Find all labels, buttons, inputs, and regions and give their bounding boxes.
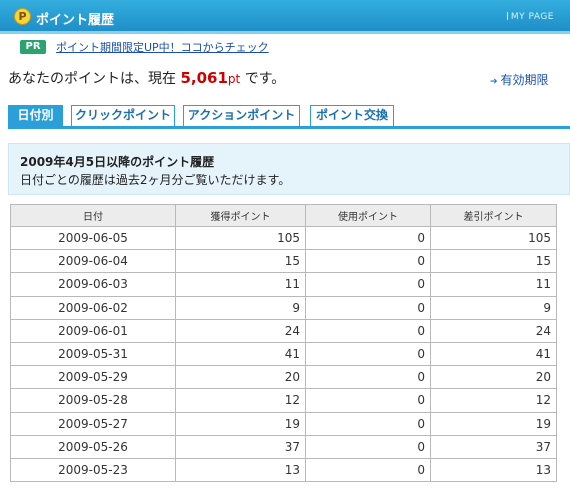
table-row: 2009-06-04 15 0 15	[10, 249, 557, 274]
page-title: ポイント履歴	[36, 13, 115, 28]
cell-used: 0	[305, 434, 431, 459]
cell-balance: 24	[430, 318, 557, 343]
col-date: 日付	[10, 204, 176, 227]
pr-campaign-link[interactable]: ポイント期間限定UP中！ココからチェック	[56, 39, 269, 55]
table-row: 2009-05-29 20 0 20	[10, 365, 557, 390]
table-row: 2009-05-28 12 0 12	[10, 388, 557, 413]
cell-balance: 13	[430, 457, 557, 483]
cell-date: 2009-06-05	[10, 225, 176, 251]
table-row: 2009-05-31 41 0 41	[10, 341, 557, 367]
points-value: 5,061	[180, 69, 228, 87]
cell-earned: 13	[175, 457, 306, 483]
info-box: 2009年4月5日以降のポイント履歴 日付ごとの履歴は過去2ヶ月分ご覧いただけま…	[8, 143, 570, 195]
points-prefix: あなたのポイントは、現在	[8, 71, 176, 87]
tab-action-points[interactable]: アクションポイント	[183, 105, 300, 126]
pr-row: PR ポイント期間限定UP中！ココからチェック	[20, 39, 269, 55]
cell-date: 2009-05-27	[10, 411, 176, 436]
mypage-link[interactable]: MY PAGE	[506, 12, 554, 22]
table-row: 2009-06-03 11 0 11	[10, 272, 557, 297]
arrow-right-icon: ➔	[490, 77, 498, 87]
cell-earned: 9	[175, 295, 306, 320]
cell-used: 0	[305, 388, 431, 413]
col-balance: 差引ポイント	[430, 204, 557, 227]
points-suffix: です。	[244, 71, 286, 87]
table-row: 2009-05-23 13 0 13	[10, 457, 557, 483]
cell-used: 0	[305, 249, 431, 274]
cell-date: 2009-05-29	[10, 365, 176, 390]
cell-used: 0	[305, 457, 431, 483]
cell-balance: 105	[430, 225, 557, 251]
tab-bar: 日付別 クリックポイント アクションポイント ポイント交換	[8, 105, 570, 129]
table-row: 2009-06-01 24 0 24	[10, 318, 557, 343]
table-header-row: 日付 獲得ポイント 使用ポイント 差引ポイント	[10, 204, 557, 227]
mypage-label: MY PAGE	[510, 12, 554, 22]
points-unit: pt	[227, 72, 241, 86]
info-heading: 2009年4月5日以降のポイント履歴	[20, 155, 215, 169]
info-subtext: 日付ごとの履歴は過去2ヶ月分ご覧いただけます。	[20, 173, 291, 187]
table-body: 2009-06-05 105 0 105 2009-06-04 15 0 15 2009-06-…	[10, 225, 557, 483]
cell-earned: 19	[175, 411, 306, 436]
table-row: 2009-06-02 9 0 9	[10, 295, 557, 320]
cell-earned: 11	[175, 272, 306, 297]
cell-earned: 24	[175, 318, 306, 343]
cell-earned: 12	[175, 388, 306, 413]
tab-by-date[interactable]: 日付別	[8, 105, 63, 126]
cell-earned: 105	[175, 225, 306, 251]
cell-date: 2009-06-03	[10, 272, 176, 297]
cell-date: 2009-06-04	[10, 249, 176, 274]
page-header: P ポイント履歴 MY PAGE	[0, 0, 570, 34]
cell-used: 0	[305, 225, 431, 251]
cell-date: 2009-05-31	[10, 341, 176, 367]
cell-balance: 11	[430, 272, 557, 297]
cell-balance: 37	[430, 434, 557, 459]
cell-used: 0	[305, 318, 431, 343]
pr-badge: PR	[20, 40, 46, 54]
cell-balance: 9	[430, 295, 557, 320]
cell-balance: 20	[430, 365, 557, 390]
cell-used: 0	[305, 411, 431, 436]
cell-used: 0	[305, 341, 431, 367]
tab-point-exchange[interactable]: ポイント交換	[310, 105, 394, 126]
expiry-link[interactable]: ➔ 有効期限	[490, 71, 549, 88]
cell-earned: 20	[175, 365, 306, 390]
cell-balance: 15	[430, 249, 557, 274]
cell-earned: 15	[175, 249, 306, 274]
divider-icon	[506, 12, 508, 20]
cell-balance: 41	[430, 341, 557, 367]
table-row: 2009-06-05 105 0 105	[10, 225, 557, 251]
cell-balance: 12	[430, 388, 557, 413]
col-earned: 獲得ポイント	[175, 204, 306, 227]
cell-balance: 19	[430, 411, 557, 436]
tab-click-points[interactable]: クリックポイント	[71, 105, 175, 126]
cell-used: 0	[305, 295, 431, 320]
cell-date: 2009-06-02	[10, 295, 176, 320]
expiry-label: 有効期限	[500, 73, 549, 87]
point-history-table: 日付 獲得ポイント 使用ポイント 差引ポイント 2009-06-05 105 0 10…	[10, 204, 557, 483]
cell-date: 2009-05-23	[10, 457, 176, 483]
col-used: 使用ポイント	[305, 204, 431, 227]
cell-date: 2009-05-26	[10, 434, 176, 459]
cell-date: 2009-05-28	[10, 388, 176, 413]
cell-used: 0	[305, 272, 431, 297]
table-row: 2009-05-26 37 0 37	[10, 434, 557, 459]
cell-earned: 41	[175, 341, 306, 367]
cell-earned: 37	[175, 434, 306, 459]
point-p-icon: P	[14, 8, 31, 25]
cell-used: 0	[305, 365, 431, 390]
cell-date: 2009-06-01	[10, 318, 176, 343]
points-summary: あなたのポイントは、現在 5,061pt です。	[8, 68, 285, 88]
table-row: 2009-05-27 19 0 19	[10, 411, 557, 436]
